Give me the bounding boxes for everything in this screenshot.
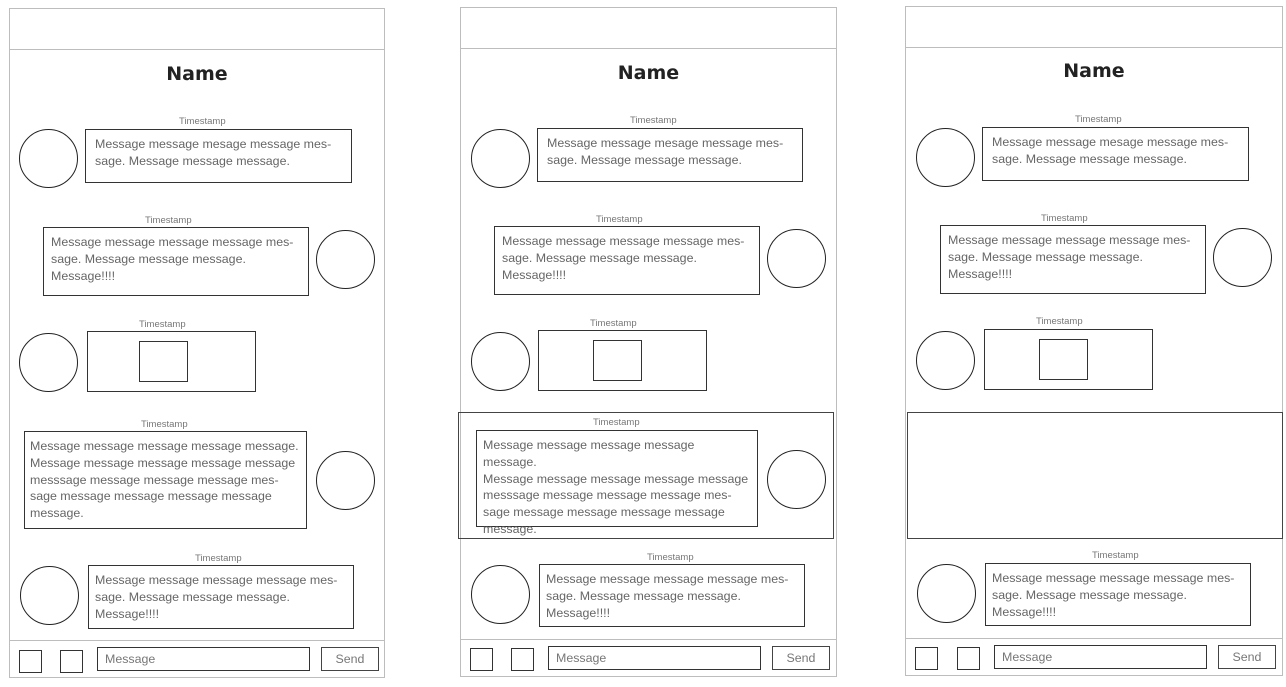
attachment-button[interactable] [470, 648, 493, 671]
timestamp: Timestamp [141, 419, 188, 430]
timestamp: Timestamp [647, 552, 694, 563]
message-bubble[interactable]: Message message mesage message mes- sage… [537, 128, 803, 182]
input-bar: Message Send [10, 640, 384, 678]
avatar[interactable] [471, 565, 530, 624]
timestamp: Timestamp [139, 319, 186, 330]
avatar[interactable] [917, 564, 976, 623]
avatar[interactable] [19, 333, 78, 392]
send-button[interactable]: Send [321, 647, 379, 671]
avatar[interactable] [1213, 228, 1272, 287]
send-button[interactable]: Send [1218, 645, 1276, 669]
timestamp: Timestamp [1036, 316, 1083, 327]
timestamp: Timestamp [179, 116, 226, 127]
top-bar [461, 8, 836, 49]
timestamp: Timestamp [593, 417, 640, 428]
send-button[interactable]: Send [772, 646, 830, 670]
avatar[interactable] [767, 450, 826, 509]
timestamp: Timestamp [596, 214, 643, 225]
top-bar [906, 7, 1282, 48]
message-input[interactable]: Message [97, 647, 310, 671]
media-button[interactable] [511, 648, 534, 671]
timestamp: Timestamp [1092, 550, 1139, 561]
empty-selection-region[interactable] [907, 412, 1283, 539]
avatar[interactable] [19, 129, 78, 188]
avatar[interactable] [916, 331, 975, 390]
attachment-button[interactable] [915, 647, 938, 670]
chat-screen-1: Name Timestamp Message message mesage me… [9, 8, 385, 678]
contact-name: Name [166, 63, 228, 85]
message-bubble[interactable]: Message message message message mes- sag… [494, 226, 760, 295]
timestamp: Timestamp [195, 553, 242, 564]
input-bar: Message Send [461, 639, 836, 677]
avatar[interactable] [20, 566, 79, 625]
contact-name: Name [1063, 60, 1125, 82]
timestamp: Timestamp [145, 215, 192, 226]
image-placeholder-icon [139, 341, 188, 382]
chat-screen-2: Name Timestamp Message message mesage me… [458, 7, 837, 677]
media-button[interactable] [957, 647, 980, 670]
image-message[interactable] [538, 330, 707, 391]
avatar[interactable] [316, 230, 375, 289]
timestamp: Timestamp [590, 318, 637, 329]
timestamp: Timestamp [630, 115, 677, 126]
message-bubble[interactable]: Message message mesage message mes- sage… [982, 127, 1249, 181]
avatar[interactable] [767, 229, 826, 288]
avatar[interactable] [916, 128, 975, 187]
image-placeholder-icon [593, 340, 642, 381]
chat-screen-3: Name Timestamp Message message mesage me… [905, 6, 1283, 676]
message-bubble[interactable]: Message message message message message.… [24, 431, 307, 529]
attachment-button[interactable] [19, 650, 42, 673]
message-bubble[interactable]: Message message message message message.… [476, 430, 758, 536]
message-bubble[interactable]: Message message message message mes- sag… [539, 564, 805, 627]
image-message[interactable] [984, 329, 1153, 390]
message-input[interactable]: Message [994, 645, 1207, 669]
message-bubble[interactable]: Message message message message mes- sag… [985, 563, 1251, 626]
image-placeholder-icon [1039, 339, 1088, 380]
contact-name: Name [617, 62, 680, 84]
avatar[interactable] [471, 332, 530, 391]
image-message[interactable] [87, 331, 256, 392]
input-bar: Message Send [906, 638, 1282, 676]
message-bubble[interactable]: Message message message message mes- sag… [88, 565, 354, 629]
top-bar [10, 9, 384, 50]
avatar[interactable] [316, 451, 375, 510]
message-bubble[interactable]: Message message message message mes- sag… [43, 227, 309, 296]
timestamp: Timestamp [1075, 114, 1122, 125]
avatar[interactable] [471, 129, 530, 188]
timestamp: Timestamp [1041, 213, 1088, 224]
message-input[interactable]: Message [548, 646, 761, 670]
message-bubble[interactable]: Message message message message mes- sag… [940, 225, 1206, 294]
message-bubble[interactable]: Message message mesage message mes- sage… [85, 129, 352, 183]
media-button[interactable] [60, 650, 83, 673]
